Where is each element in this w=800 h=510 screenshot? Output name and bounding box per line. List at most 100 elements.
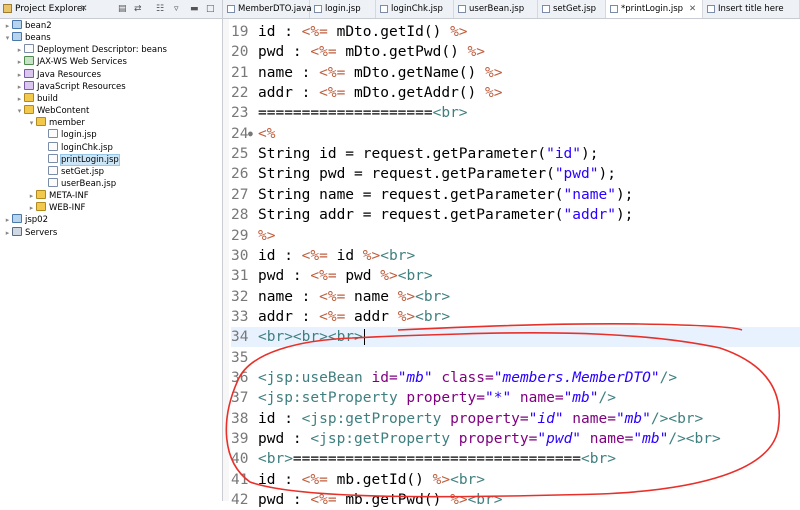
code-line[interactable]: 26 String pwd = request.getParameter("pwd… (231, 164, 800, 184)
tree-item[interactable]: ▸ JAX-WS Web Services (15, 56, 127, 68)
expand-arrow-icon[interactable]: ▸ (15, 56, 24, 68)
code-line[interactable]: 39 pwd : <jsp:getProperty property="pwd" … (231, 429, 800, 449)
collapse-arrow-icon[interactable]: ▾ (27, 117, 36, 129)
folder-icon (24, 92, 34, 102)
code-token: String id = request.getParameter( (258, 146, 547, 163)
code-token: <br> (432, 105, 468, 122)
editor-tab[interactable]: loginChk.jsp (376, 0, 454, 18)
collapse-arrow-icon[interactable]: ▾ (15, 105, 24, 117)
project-explorer-icon (3, 4, 12, 13)
code-line[interactable]: 38 id : <jsp:getProperty property="id" na… (231, 409, 800, 429)
tree-item[interactable]: ▾ beans (3, 32, 51, 44)
code-token: %> (380, 268, 398, 285)
line-number: 28 (231, 207, 249, 224)
line-number: 40 (231, 451, 249, 468)
tree-item[interactable]: ▸ build (15, 92, 58, 105)
code-token: ); (615, 207, 634, 224)
editor-tab[interactable]: userBean.jsp (454, 0, 538, 18)
fold-marker-icon[interactable]: ● (248, 124, 253, 144)
tree-item[interactable]: ▸ Java Resources (15, 68, 101, 81)
filter-icon[interactable]: ☷ (156, 0, 164, 18)
code-line[interactable]: 31 pwd : <%= pwd %><br> (231, 266, 800, 286)
tree-item-label: WEB-INF (49, 203, 86, 214)
code-token: class= (441, 369, 494, 386)
code-line[interactable]: 23 ====================<br> (231, 103, 800, 123)
editor-tab[interactable]: *printLogin.jsp ✕ (606, 0, 703, 18)
code-token: id : (258, 410, 302, 427)
tree-item[interactable]: ▸ Servers (3, 226, 57, 239)
code-line[interactable]: 32 name : <%= name %><br> (231, 287, 800, 307)
code-token: mDto.getName() (345, 64, 485, 81)
expand-arrow-icon[interactable]: ▸ (15, 81, 24, 93)
project-explorer-header: Project Explorer ✕ ▤ ⇄ ☷ ▿ ▬ □ (0, 0, 222, 19)
expand-arrow-icon[interactable]: ▸ (3, 227, 12, 239)
close-tab-icon[interactable]: ✕ (689, 4, 696, 14)
expand-arrow-icon[interactable]: ▸ (3, 214, 12, 226)
text-caret (363, 329, 365, 346)
code-line[interactable]: 30 id : <%= id %><br> (231, 246, 800, 266)
code-line[interactable]: 33 addr : <%= addr %><br> (231, 307, 800, 327)
tree-item[interactable]: ▸ JavaScript Resources (15, 80, 126, 93)
code-token: <%= (319, 64, 346, 81)
expand-arrow-icon[interactable]: ▸ (27, 190, 36, 202)
code-line[interactable]: 41 id : <%= mb.getId() %><br> (231, 470, 800, 490)
code-line[interactable]: 29 %> (231, 226, 800, 246)
tree-item[interactable]: loginChk.jsp (39, 141, 113, 154)
tree-item[interactable]: printLogin.jsp (39, 153, 120, 166)
code-token: /> (659, 369, 678, 386)
view-menu-icon[interactable]: ▿ (174, 0, 179, 18)
code-line[interactable]: 37 <jsp:setProperty property="*" name="mb… (231, 388, 800, 408)
tree-item[interactable]: login.jsp (39, 129, 97, 141)
tree-item[interactable]: ▸ Deployment Descriptor: beans (15, 44, 167, 56)
code-token: "members.MemberDTO" (493, 369, 660, 386)
tree-item[interactable]: setGet.jsp (39, 165, 104, 178)
expand-arrow-icon[interactable]: ▸ (3, 20, 12, 32)
maximize-icon[interactable]: □ (206, 0, 215, 18)
tree-item[interactable]: ▸ jsp02 (3, 214, 48, 226)
link-editor-icon[interactable]: ⇄ (134, 0, 142, 18)
code-token: %> (432, 471, 451, 488)
expand-arrow-icon[interactable]: ▸ (15, 93, 24, 105)
folder-icon (24, 105, 34, 115)
editor-tab[interactable]: setGet.jsp (538, 0, 606, 18)
expand-arrow-icon[interactable]: ▸ (27, 202, 36, 214)
collapse-all-icon[interactable]: ▤ (118, 0, 127, 18)
code-line[interactable]: 42 pwd : <%= mb.getPwd() %><br> (231, 490, 800, 510)
line-number: 42 (231, 492, 249, 509)
code-line[interactable]: 25 String id = request.getParameter("id")… (231, 144, 800, 164)
tree-item-label: loginChk.jsp (61, 142, 113, 153)
expand-arrow-icon[interactable]: ▸ (15, 69, 24, 81)
code-line[interactable]: 20 pwd : <%= mDto.getPwd() %> (231, 42, 800, 62)
code-token: "mb" (615, 410, 651, 427)
tree-item[interactable]: ▸ WEB-INF (27, 202, 85, 214)
code-line[interactable]: 34 <br><br><br> (231, 327, 800, 348)
code-line[interactable]: 24 ● <% (231, 124, 800, 144)
line-number: 29 (231, 227, 249, 244)
code-token: <jsp:setProperty (258, 390, 407, 407)
tree-item[interactable]: ▾ member (27, 117, 85, 129)
tree-item[interactable]: userBean.jsp (39, 177, 116, 190)
tree-item[interactable]: ▾ WebContent (15, 105, 89, 117)
code-line[interactable]: 35 (231, 348, 800, 368)
editor-tab[interactable]: MemberDTO.java (223, 0, 312, 18)
tree-item[interactable]: ▸ bean2 (3, 20, 52, 32)
editor-tab[interactable]: Insert title here (703, 0, 800, 18)
editor-tab[interactable]: login.jsp (310, 0, 376, 18)
tree-item[interactable]: ▸ META-INF (27, 190, 89, 202)
code-token: <%= (301, 471, 328, 488)
code-line[interactable]: 27 String name = request.getParameter("na… (231, 185, 800, 205)
code-line[interactable]: 19 id : <%= mDto.getId() %> (231, 22, 800, 42)
code-token: %> (397, 288, 416, 305)
project-explorer-title[interactable]: Project Explorer (15, 0, 86, 18)
collapse-arrow-icon[interactable]: ▾ (3, 32, 12, 44)
close-icon[interactable]: ✕ (80, 0, 88, 18)
code-line[interactable]: 40 <br>=================================<… (231, 449, 800, 469)
code-line[interactable]: 36 <jsp:useBean id="mb" class="members.Me… (231, 368, 800, 388)
code-line[interactable]: 21 name : <%= mDto.getName() %> (231, 63, 800, 83)
minimize-icon[interactable]: ▬ (190, 0, 199, 18)
code-token: "name" (563, 186, 616, 203)
code-line[interactable]: 22 addr : <%= mDto.getAddr() %> (231, 83, 800, 103)
code-line[interactable]: 28 String addr = request.getParameter("ad… (231, 205, 800, 225)
expand-arrow-icon[interactable]: ▸ (15, 44, 24, 56)
